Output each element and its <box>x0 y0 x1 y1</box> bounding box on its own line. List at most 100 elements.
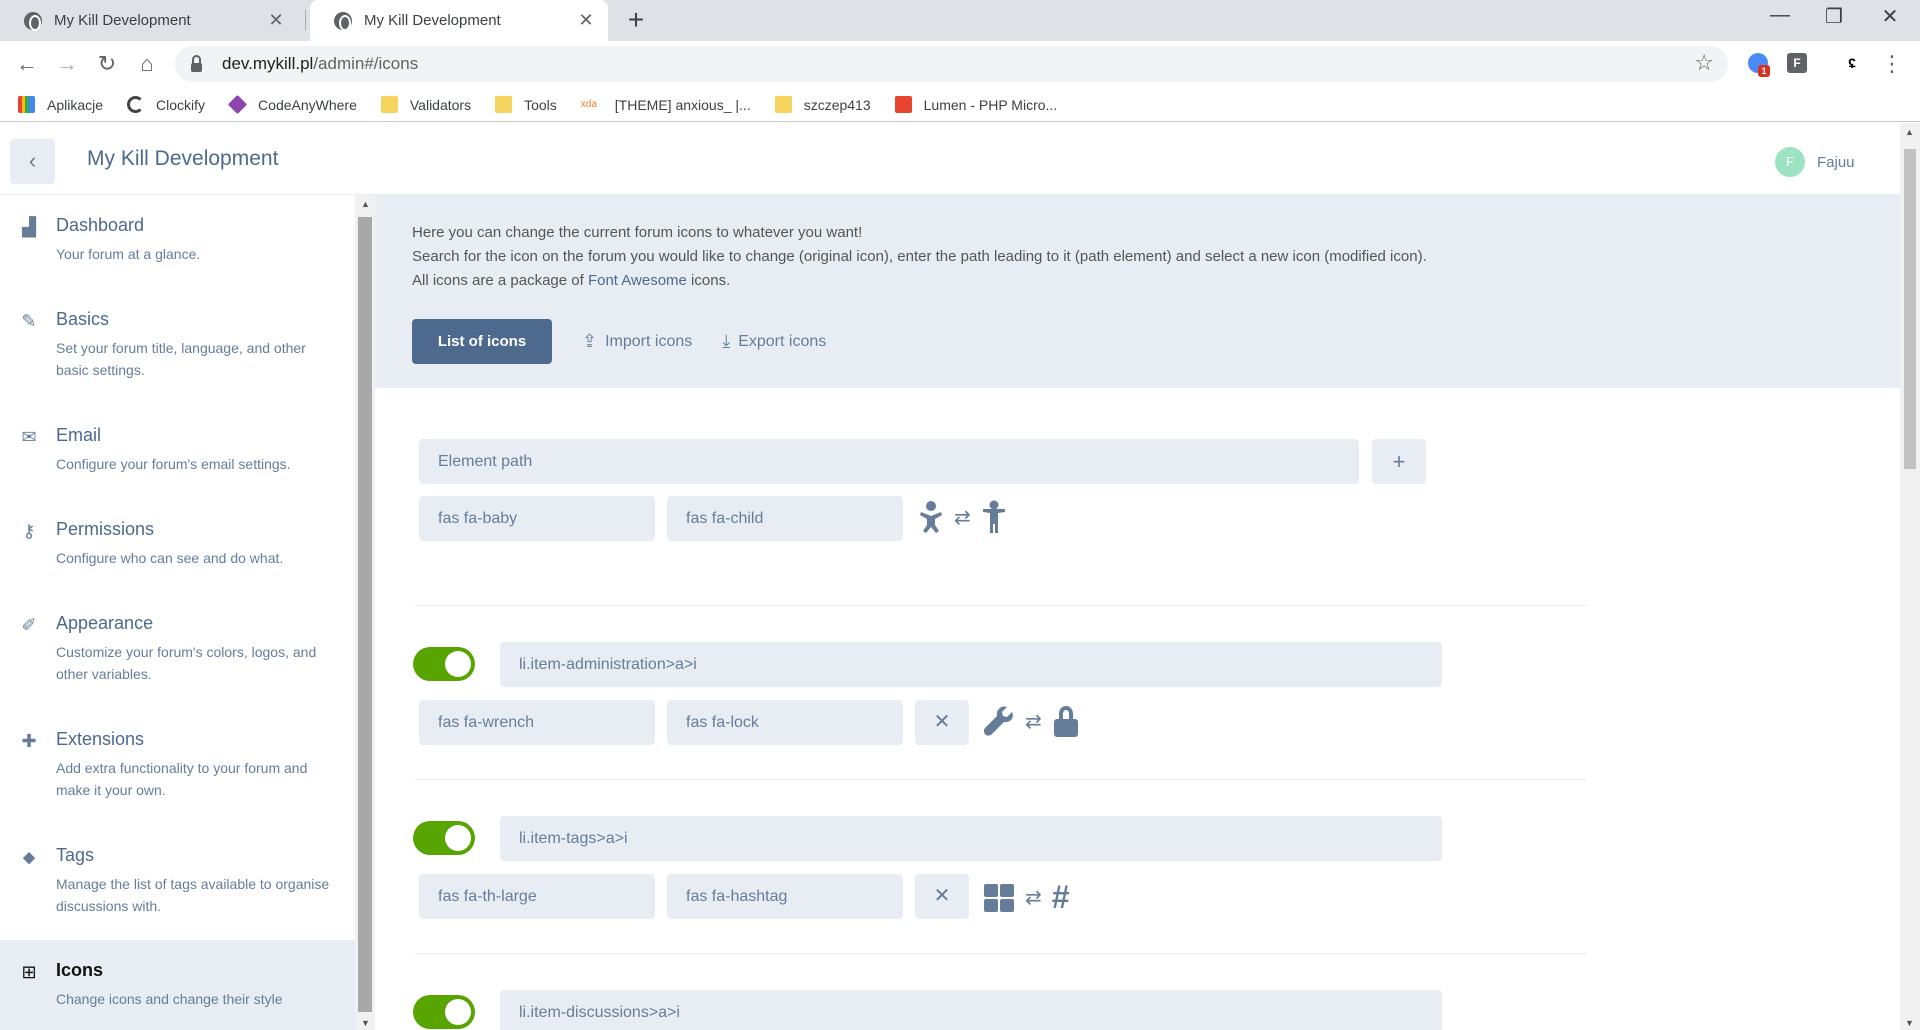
wrench-icon <box>983 706 1013 736</box>
list-of-icons-button[interactable]: List of icons <box>412 319 552 364</box>
bookmark-lumen[interactable]: Lumen - PHP Micro... <box>894 96 1058 113</box>
bookmark-clockify[interactable]: Clockify <box>127 96 205 113</box>
icon-preview: ⇄ <box>918 500 1017 534</box>
lock-icon <box>191 54 202 72</box>
intro-text: Search for the icon on the forum you wou… <box>412 248 1427 265</box>
bookmark-theme[interactable]: xda [THEME] anxious_ |... <box>581 96 751 113</box>
minimize-icon[interactable]: — <box>1760 4 1800 27</box>
f-extension-icon[interactable]: F <box>1787 53 1807 73</box>
shuffle-icon: ⇄ <box>1025 887 1042 909</box>
element-path-input[interactable]: Element path <box>419 439 1359 484</box>
browser-tab-active[interactable]: My Kill Development ✕ <box>310 0 608 41</box>
folder-icon <box>380 96 398 113</box>
sidebar-item-tags[interactable]: ⬥ Tags Manage the list of tags available… <box>0 843 355 917</box>
browser-toolbar: ← → ↻ ⌂ dev.mykill.pl/admin#/icons ☆ 1 F… <box>0 41 1920 88</box>
url-host: dev.mykill.pl <box>222 54 314 73</box>
back-button[interactable]: ‹ <box>10 139 55 184</box>
bookmark-validators[interactable]: Validators <box>380 96 472 113</box>
entry-toggle[interactable] <box>413 995 475 1029</box>
sidebar-item-desc: Configure who can see and do what. <box>56 550 284 566</box>
download-icon: ⤓ <box>722 331 731 351</box>
intro-prefix: All icons are a package of <box>412 272 588 289</box>
sidebar-item-desc: Manage the list of tags available to org… <box>56 876 330 914</box>
scrollbar-thumb[interactable] <box>358 217 372 1012</box>
export-icons-button[interactable]: ⤓ Export icons <box>722 331 826 352</box>
forward-arrow-icon[interactable]: → <box>52 49 82 79</box>
extension-icon[interactable]: ʢ <box>1842 53 1862 73</box>
sidebar-item-desc: Set your forum title, language, and othe… <box>56 340 306 378</box>
sidebar-item-dashboard[interactable]: ▟ Dashboard Your forum at a glance. <box>0 213 355 265</box>
font-awesome-link[interactable]: Font Awesome <box>588 272 687 289</box>
bookmark-label: Lumen - PHP Micro... <box>923 96 1058 113</box>
home-icon[interactable]: ⌂ <box>132 49 162 79</box>
scroll-up-icon[interactable]: ▲ <box>361 199 370 209</box>
entry-toggle[interactable] <box>413 647 475 681</box>
scrollbar-thumb[interactable] <box>1904 149 1916 469</box>
sidebar-item-email[interactable]: ✉ Email Configure your forum's email set… <box>0 423 355 475</box>
bookmark-tools[interactable]: Tools <box>495 96 557 113</box>
restore-icon[interactable]: ❐ <box>1814 4 1854 29</box>
user-menu[interactable]: F Fajuu <box>1775 147 1855 177</box>
original-icon-input[interactable]: fas fa-th-large <box>419 874 655 919</box>
add-button[interactable]: + <box>1372 439 1426 484</box>
page-scrollbar[interactable]: ▲ ▼ <box>1900 123 1920 1030</box>
sidebar-item-permissions[interactable]: ⚷ Permissions Configure who can see and … <box>0 517 355 569</box>
close-icon[interactable]: ✕ <box>266 10 286 31</box>
import-icons-button[interactable]: ⇪ Import icons <box>582 331 692 352</box>
sidebar-item-appearance[interactable]: ✐ Appearance Customize your forum's colo… <box>0 611 355 685</box>
icon-preview: ⇄ <box>983 705 1090 737</box>
sidebar-item-label: Dashboard <box>56 215 145 235</box>
bookmarks-bar: Aplikacje Clockify CodeAnyWhere Validato… <box>0 88 1920 122</box>
plus-icon: + <box>1392 449 1406 474</box>
scroll-down-icon[interactable]: ▼ <box>1905 1018 1914 1028</box>
close-icon[interactable]: ✕ <box>576 10 596 31</box>
element-path-input[interactable]: li.item-tags>a>i <box>500 816 1442 861</box>
entry-toggle[interactable] <box>413 821 475 855</box>
modified-icon-input[interactable]: fas fa-hashtag <box>667 874 903 919</box>
shuffle-icon: ⇄ <box>954 506 971 529</box>
sidebar-item-icons[interactable]: ⊞ Icons Change icons and change their st… <box>0 940 355 1030</box>
url-path: /admin#/icons <box>313 54 419 73</box>
menu-kebab-icon[interactable]: ⋮ <box>1877 49 1907 79</box>
bookmark-label: Validators <box>409 96 472 113</box>
sidebar-item-basics[interactable]: ✎ Basics Set your forum title, language,… <box>0 307 355 381</box>
clockify-icon <box>127 96 145 113</box>
baby-icon <box>920 501 942 533</box>
browser-tab[interactable]: My Kill Development ✕ <box>0 0 298 41</box>
admin-sidebar: ▟ Dashboard Your forum at a glance. ✎ Ba… <box>0 195 355 1030</box>
tab-title: My Kill Development <box>54 12 191 29</box>
bookmark-star-icon[interactable]: ☆ <box>1694 50 1714 76</box>
element-path-input[interactable]: li.item-discussions>a>i <box>500 990 1442 1030</box>
element-path-input[interactable]: li.item-administration>a>i <box>500 642 1442 687</box>
address-bar[interactable]: dev.mykill.pl/admin#/icons ☆ <box>175 46 1728 82</box>
sidebar-item-extensions[interactable]: ✚ Extensions Add extra functionality to … <box>0 727 355 801</box>
bookmark-codeanywhere[interactable]: CodeAnyWhere <box>227 94 357 115</box>
bookmark-label: Clockify <box>156 96 206 113</box>
close-icon: ✕ <box>933 711 951 733</box>
icons-tab-buttons: List of icons ⇪ Import icons ⤓ Export ic… <box>412 319 826 364</box>
original-icon-input[interactable]: fas fa-baby <box>419 496 655 541</box>
bookmark-label: szczep413 <box>803 96 871 113</box>
sidebar-scrollbar[interactable]: ▲ ▼ <box>355 195 375 1030</box>
new-tab-button[interactable]: + <box>620 6 652 36</box>
shuffle-icon: ⇄ <box>1025 710 1042 733</box>
modified-icon-input[interactable]: fas fa-child <box>667 496 903 541</box>
window-close-icon[interactable]: ✕ <box>1870 4 1910 29</box>
sidebar-item-desc: Configure your forum's email settings. <box>56 456 291 472</box>
delete-button[interactable]: ✕ <box>915 874 969 919</box>
scroll-up-icon[interactable]: ▲ <box>1905 127 1914 137</box>
tab-separator <box>305 10 306 30</box>
back-arrow-icon[interactable]: ← <box>12 49 42 79</box>
intro-text: All icons are a package of Font Awesome … <box>412 269 1900 293</box>
bookmark-szczep413[interactable]: szczep413 <box>774 96 871 113</box>
th-large-icon <box>984 883 1014 912</box>
modified-icon-input[interactable]: fas fa-lock <box>667 700 903 745</box>
bookmark-aplikacje[interactable]: Aplikacje <box>18 96 103 113</box>
page-title[interactable]: My Kill Development <box>87 147 278 171</box>
delete-button[interactable]: ✕ <box>915 700 969 745</box>
sidebar-item-label: Extensions <box>56 729 145 749</box>
reload-icon[interactable]: ↻ <box>92 49 122 79</box>
original-icon-input[interactable]: fas fa-wrench <box>419 700 655 745</box>
scroll-down-icon[interactable]: ▼ <box>361 1018 370 1028</box>
lock-icon <box>1053 706 1078 737</box>
